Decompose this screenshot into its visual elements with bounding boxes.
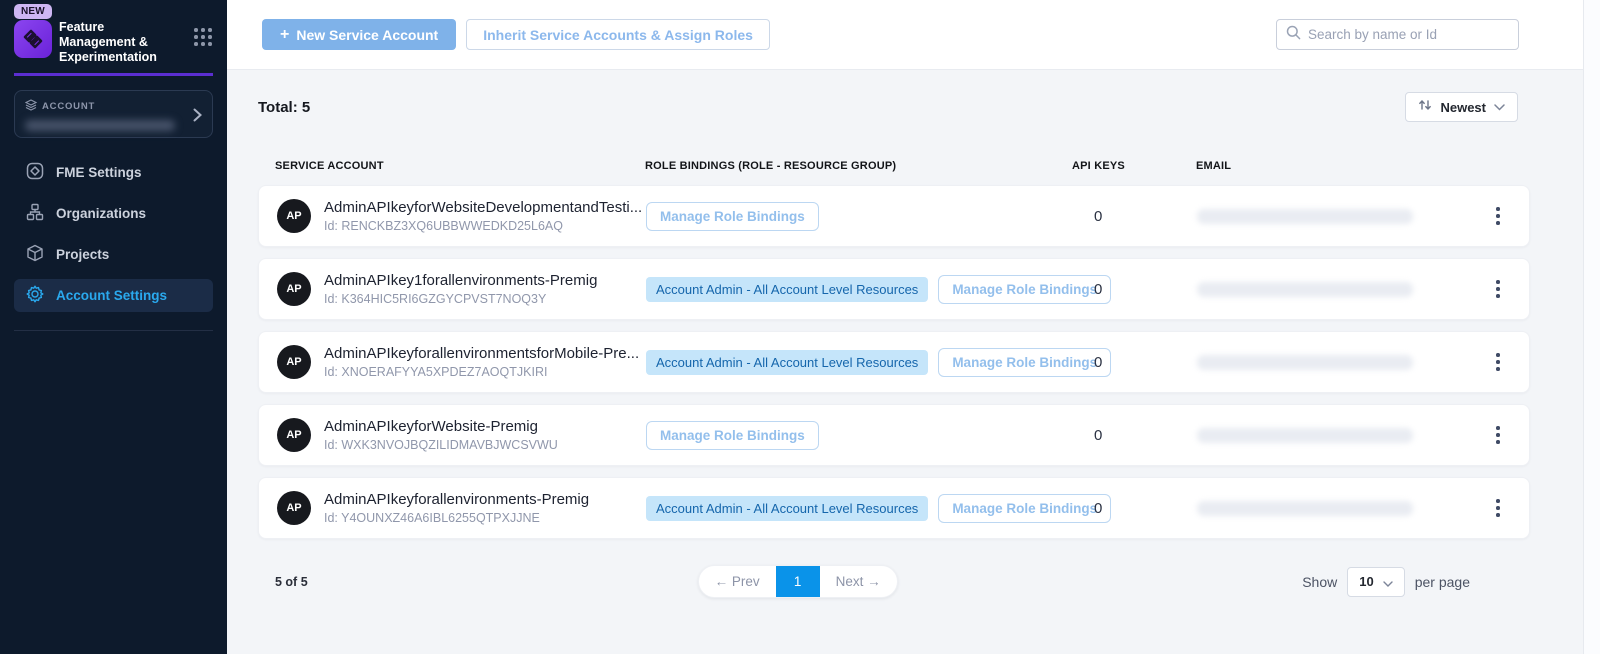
service-account-name: AdminAPIkeyforWebsiteDevelopmentandTesti… [324, 199, 642, 216]
sidebar-item-label: Account Settings [56, 288, 167, 303]
column-header-service-account: SERVICE ACCOUNT [275, 160, 645, 172]
main-panel: + New Service Account Inherit Service Ac… [227, 0, 1600, 654]
api-keys-count: 0 [1073, 427, 1197, 444]
plus-icon: + [280, 26, 289, 44]
organizations-icon [26, 203, 44, 224]
column-header-role-bindings: ROLE BINDINGS (ROLE - RESOURCE GROUP) [645, 160, 1072, 172]
chevron-right-icon [193, 108, 202, 127]
api-keys-count: 0 [1073, 208, 1197, 225]
sort-dropdown[interactable]: Newest [1405, 92, 1518, 122]
manage-role-bindings-button[interactable]: Manage Role Bindings [646, 202, 819, 231]
email-redacted [1197, 209, 1413, 224]
inherit-service-accounts-button[interactable]: Inherit Service Accounts & Assign Roles [466, 19, 770, 50]
email-redacted [1197, 355, 1413, 370]
new-service-account-button[interactable]: + New Service Account [262, 19, 456, 50]
brand-divider [14, 73, 213, 76]
api-keys-count: 0 [1073, 354, 1197, 371]
service-account-id: Id: WXK3NVOJBQZILIDMAVBJWCSVWU [324, 438, 558, 452]
row-menu-kebab-icon[interactable] [1481, 203, 1515, 229]
manage-role-bindings-button[interactable]: Manage Role Bindings [646, 421, 819, 450]
pager: ← Prev 1 Next → [698, 565, 898, 598]
table-row: AP AdminAPIkeyforallenvironmentsforMobil… [258, 331, 1530, 393]
brand-title: Feature Management & Experimentation [59, 20, 177, 65]
table-row: AP AdminAPIkeyforWebsiteDevelopmentandTe… [258, 185, 1530, 247]
service-account-id: Id: K364HIC5RI6GZGYCPVST7NOQ3Y [324, 292, 597, 306]
column-header-email: EMAIL [1196, 160, 1482, 172]
sort-arrows-icon [1418, 98, 1432, 117]
table-header: SERVICE ACCOUNT ROLE BINDINGS (ROLE - RE… [258, 160, 1530, 172]
api-keys-count: 0 [1073, 500, 1197, 517]
pagination-bar: 5 of 5 ← Prev 1 Next → Show 10 per page [258, 565, 1530, 598]
service-account-name: AdminAPIkeyforallenvironmentsforMobile-P… [324, 345, 639, 362]
sort-value: Newest [1440, 100, 1486, 115]
total-count: Total: 5 [258, 99, 310, 116]
service-account-name: AdminAPIkeyforWebsite-Premig [324, 418, 558, 435]
show-label: Show [1302, 574, 1337, 590]
account-icon [25, 99, 37, 114]
pagination-count: 5 of 5 [258, 575, 308, 589]
avatar: AP [277, 345, 311, 379]
row-menu-kebab-icon[interactable] [1481, 276, 1515, 302]
per-page-label: per page [1415, 574, 1470, 590]
prev-page-button[interactable]: ← Prev [699, 574, 776, 589]
table-row: AP AdminAPIkey1forallenvironments-Premig… [258, 258, 1530, 320]
page-size-value: 10 [1359, 574, 1373, 589]
email-redacted [1197, 428, 1413, 443]
search-box[interactable] [1276, 19, 1519, 50]
sidebar-item-label: Organizations [56, 206, 146, 221]
brand-header: NEW Feature Management & Experimentation [0, 0, 227, 65]
avatar: AP [277, 272, 311, 306]
sidebar: NEW Feature Management & Experimentation… [0, 0, 227, 654]
role-binding-badge: Account Admin - All Account Level Resour… [646, 277, 928, 302]
next-page-button[interactable]: Next → [820, 574, 897, 589]
api-keys-count: 0 [1073, 281, 1197, 298]
sidebar-item-projects[interactable]: Projects [14, 238, 213, 271]
avatar: AP [277, 199, 311, 233]
sidebar-nav: FME Settings Organizations Projects Acco… [0, 156, 227, 312]
sidebar-item-fme-settings[interactable]: FME Settings [14, 156, 213, 189]
role-binding-badge: Account Admin - All Account Level Resour… [646, 350, 928, 375]
search-icon [1286, 25, 1301, 45]
current-page-button[interactable]: 1 [776, 565, 820, 598]
table-row: AP AdminAPIkeyforWebsite-Premig Id: WXK3… [258, 404, 1530, 466]
sidebar-item-organizations[interactable]: Organizations [14, 197, 213, 230]
avatar: AP [277, 491, 311, 525]
page-size-dropdown[interactable]: 10 [1347, 567, 1404, 597]
row-menu-kebab-icon[interactable] [1481, 495, 1515, 521]
sidebar-divider [14, 330, 213, 331]
account-name-redacted [25, 120, 175, 131]
row-menu-kebab-icon[interactable] [1481, 349, 1515, 375]
account-selector[interactable]: ACCOUNT [14, 90, 213, 138]
fme-settings-icon [26, 162, 44, 183]
chevron-down-icon [1383, 574, 1393, 590]
row-menu-kebab-icon[interactable] [1481, 422, 1515, 448]
fme-logo-icon [14, 20, 52, 58]
chevron-down-icon [1494, 98, 1505, 116]
service-account-id: Id: RENCKBZ3XQ6UBBWWEDKD25L6AQ [324, 219, 642, 233]
new-badge: NEW [14, 4, 52, 19]
column-header-api-keys: API KEYS [1072, 160, 1196, 172]
email-redacted [1197, 282, 1413, 297]
app-grid-icon[interactable] [194, 28, 213, 47]
service-account-id: Id: XNOERAFYYA5XPDEZ7AOQTJKIRI [324, 365, 639, 379]
table-row: AP AdminAPIkeyforallenvironments-Premig … [258, 477, 1530, 539]
avatar: AP [277, 418, 311, 452]
gear-icon [26, 285, 44, 306]
service-account-id: Id: Y4OUNXZ46A6IBL6255QTPXJJNE [324, 511, 589, 525]
projects-icon [26, 244, 44, 265]
sidebar-item-label: FME Settings [56, 165, 142, 180]
sidebar-item-label: Projects [56, 247, 109, 262]
role-binding-badge: Account Admin - All Account Level Resour… [646, 496, 928, 521]
sidebar-item-account-settings[interactable]: Account Settings [14, 279, 213, 312]
service-account-name: AdminAPIkey1forallenvironments-Premig [324, 272, 597, 289]
email-redacted [1197, 501, 1413, 516]
account-label: ACCOUNT [42, 101, 95, 112]
service-account-name: AdminAPIkeyforallenvironments-Premig [324, 491, 589, 508]
toolbar: + New Service Account Inherit Service Ac… [227, 0, 1600, 70]
search-input[interactable] [1308, 27, 1509, 42]
service-accounts-content: Total: 5 Newest SERVICE ACCOUNT ROLE BIN… [258, 92, 1530, 598]
right-edge-panel [1583, 0, 1600, 654]
